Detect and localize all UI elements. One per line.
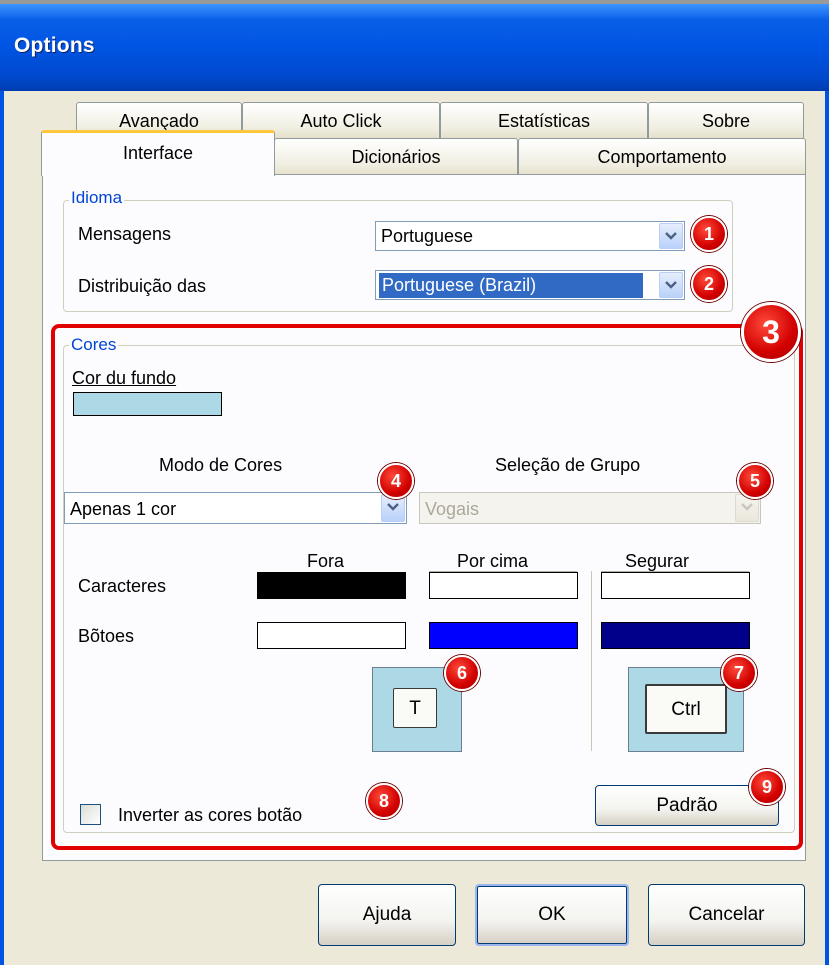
tab-label: Comportamento xyxy=(597,147,727,167)
annotation-9: 9 xyxy=(749,769,785,805)
annotation-8: 8 xyxy=(366,783,402,819)
ajuda-label: Ajuda xyxy=(362,904,412,925)
window-title: Options xyxy=(14,34,95,57)
tab-dicionarios[interactable]: Dicionários xyxy=(274,138,518,175)
tab-label: Auto Click xyxy=(300,111,382,131)
cancelar-button[interactable]: Cancelar xyxy=(648,884,805,946)
chevron-down-icon[interactable] xyxy=(659,272,683,298)
annotation-4: 4 xyxy=(378,463,414,499)
window-right-border xyxy=(825,91,829,965)
tab-label: Interface xyxy=(122,143,194,163)
annotation-6: 6 xyxy=(444,655,480,691)
annotation-7: 7 xyxy=(721,655,757,691)
tab-interface[interactable]: Interface xyxy=(41,130,275,176)
tab-label: Avançado xyxy=(119,111,199,131)
annotation-5: 5 xyxy=(737,463,773,499)
tab-comportamento[interactable]: Comportamento xyxy=(518,138,806,175)
ajuda-button[interactable]: Ajuda xyxy=(318,884,456,946)
distribuicao-value: Portuguese (Brazil) xyxy=(379,273,643,298)
mensagens-value: Portuguese xyxy=(381,226,474,246)
highlight-box xyxy=(51,324,803,850)
mensagens-label: Mensagens xyxy=(78,224,172,244)
tab-label: Estatísticas xyxy=(497,111,591,131)
chevron-down-icon[interactable] xyxy=(659,223,683,249)
tab-label: Dicionários xyxy=(351,147,441,167)
mensagens-dropdown[interactable]: Portuguese xyxy=(375,221,685,251)
annotation-1: 1 xyxy=(691,216,727,252)
cancelar-label: Cancelar xyxy=(688,904,765,925)
idioma-legend: Idioma xyxy=(69,188,125,208)
distribuicao-label: Distribuição das xyxy=(78,276,207,296)
title-bar[interactable]: Options xyxy=(0,4,829,91)
window-left-border xyxy=(0,91,4,965)
tab-label: Sobre xyxy=(701,111,751,131)
ok-label: OK xyxy=(538,904,566,925)
tab-estatisticas[interactable]: Estatísticas xyxy=(440,102,648,138)
distribuicao-dropdown[interactable]: Portuguese (Brazil) xyxy=(375,270,685,300)
tab-sobre[interactable]: Sobre xyxy=(648,102,804,138)
ok-button[interactable]: OK xyxy=(475,884,629,946)
annotation-2: 2 xyxy=(691,266,727,302)
options-window: Options Avançado Auto Click Estatísticas… xyxy=(0,0,829,965)
annotation-3: 3 xyxy=(741,302,801,362)
